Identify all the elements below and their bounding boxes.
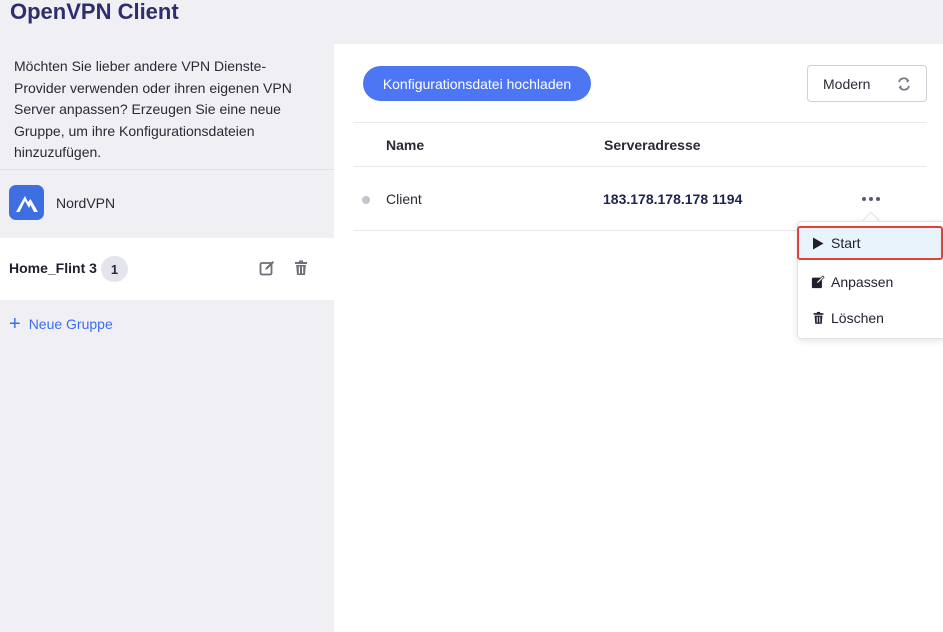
menu-item-anpassen[interactable]: Anpassen bbox=[798, 265, 943, 299]
trash-icon[interactable] bbox=[291, 258, 311, 278]
top-bar: OpenVPN Client bbox=[0, 0, 943, 44]
trash-icon bbox=[811, 311, 825, 325]
menu-item-loeschen[interactable]: Löschen bbox=[798, 301, 943, 335]
group-name: Home_Flint 3 bbox=[9, 260, 97, 276]
plus-icon: + bbox=[9, 313, 21, 335]
sidebar: Möchten Sie lieber andere VPN Dienste-Pr… bbox=[0, 44, 334, 632]
mode-value: Modern bbox=[823, 76, 871, 92]
row-address: 183.178.178.178 1194 bbox=[603, 191, 743, 207]
column-header-address: Serveradresse bbox=[604, 137, 701, 153]
status-dot bbox=[362, 196, 370, 204]
dot bbox=[869, 197, 873, 201]
dot bbox=[862, 197, 866, 201]
swap-icon bbox=[896, 76, 912, 92]
menu-item-label: Start bbox=[831, 235, 861, 251]
new-group-button[interactable]: + Neue Gruppe bbox=[9, 314, 113, 334]
dot bbox=[876, 197, 880, 201]
nordvpn-logo bbox=[9, 185, 44, 220]
new-group-label: Neue Gruppe bbox=[28, 316, 113, 332]
edit-icon[interactable] bbox=[257, 258, 277, 278]
menu-item-label: Anpassen bbox=[831, 274, 894, 290]
column-header-name: Name bbox=[386, 137, 425, 153]
row-name: Client bbox=[386, 191, 422, 207]
more-options-button[interactable] bbox=[859, 190, 883, 208]
sidebar-intro-text: Möchten Sie lieber andere VPN Dienste-Pr… bbox=[14, 58, 292, 160]
provider-item-nordvpn[interactable]: NordVPN bbox=[0, 170, 334, 238]
mode-select[interactable]: Modern bbox=[807, 65, 927, 102]
table-divider bbox=[353, 166, 927, 167]
upload-config-button[interactable]: Konfigurationsdatei hochladen bbox=[363, 66, 591, 101]
edit-icon bbox=[811, 275, 825, 289]
menu-item-start[interactable]: Start bbox=[797, 226, 943, 260]
provider-label: NordVPN bbox=[56, 195, 116, 211]
row-actions-menu: Start Anpassen Löschen bbox=[797, 221, 943, 339]
menu-item-label: Löschen bbox=[831, 310, 884, 326]
table-divider bbox=[353, 122, 927, 123]
group-count-badge: 1 bbox=[101, 256, 128, 282]
page-title: OpenVPN Client bbox=[10, 0, 179, 24]
group-item-home-flint-3[interactable]: Home_Flint 3 1 bbox=[0, 238, 334, 300]
play-icon bbox=[811, 236, 825, 250]
